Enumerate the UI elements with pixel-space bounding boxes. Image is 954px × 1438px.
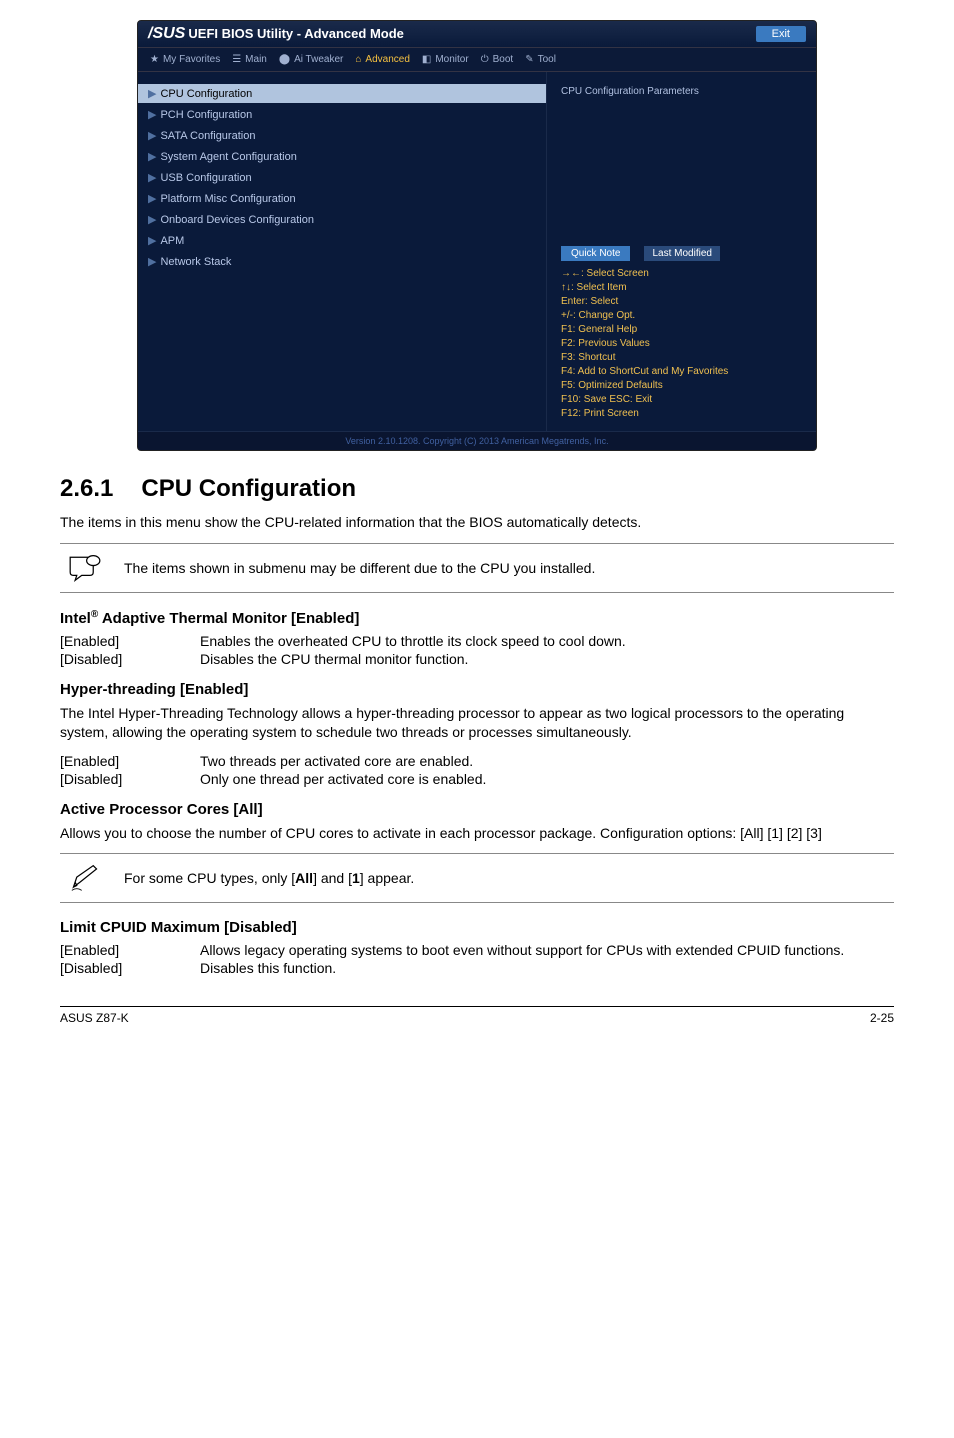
heading-active-cores: Active Processor Cores [All] <box>60 801 894 818</box>
exit-button[interactable]: Exit <box>756 26 806 42</box>
option-row: [Disabled] Only one thread per activated… <box>60 771 894 787</box>
hint-line: F10: Save ESC: Exit <box>561 393 802 407</box>
hint-line: F5: Optimized Defaults <box>561 379 802 393</box>
bios-footer-version: Version 2.10.1208. Copyright (C) 2013 Am… <box>138 431 816 450</box>
menu-item-usb-configuration[interactable]: ▶USB Configuration <box>138 168 546 187</box>
option-key-disabled: [Disabled] <box>60 960 200 976</box>
section-intro: The items in this menu show the CPU-rela… <box>60 513 894 533</box>
option-value: Two threads per activated core are enabl… <box>200 753 473 769</box>
bios-header: /SUS UEFI BIOS Utility - Advanced Mode E… <box>138 21 816 48</box>
page-footer: ASUS Z87-K 2-25 <box>60 1006 894 1025</box>
bios-body: ▶CPU Configuration ▶PCH Configuration ▶S… <box>138 72 816 431</box>
hint-line: F12: Print Screen <box>561 407 802 421</box>
option-row: [Disabled] Disables this function. <box>60 960 894 976</box>
section-title: CPU Configuration <box>141 475 356 502</box>
bios-title-block: /SUS UEFI BIOS Utility - Advanced Mode <box>148 25 404 43</box>
hint-line: Enter: Select <box>561 295 802 309</box>
option-row: [Disabled] Disables the CPU thermal moni… <box>60 651 894 667</box>
tab-ai-tweaker[interactable]: ⬤Ai Tweaker <box>279 54 344 65</box>
footer-product: ASUS Z87-K <box>60 1011 129 1025</box>
quick-note-button[interactable]: Quick Note <box>561 246 630 261</box>
option-key-enabled: [Enabled] <box>60 633 200 649</box>
menu-item-network-stack[interactable]: ▶Network Stack <box>138 252 546 271</box>
hint-line: F4: Add to ShortCut and My Favorites <box>561 365 802 379</box>
bios-right-panel: CPU Configuration Parameters Quick Note … <box>546 72 816 431</box>
note-icon <box>68 554 102 582</box>
hint-line: F3: Shortcut <box>561 351 802 365</box>
note-text: For some CPU types, only [All] and [1] a… <box>124 870 414 886</box>
tab-monitor[interactable]: ◧Monitor <box>422 54 469 65</box>
asus-logo: /SUS <box>148 25 185 42</box>
hint-line: F2: Previous Values <box>561 337 802 351</box>
heading-intel-thermal: Intel® Adaptive Thermal Monitor [Enabled… <box>60 609 894 627</box>
menu-item-onboard-devices-configuration[interactable]: ▶Onboard Devices Configuration <box>138 210 546 229</box>
bios-left-panel: ▶CPU Configuration ▶PCH Configuration ▶S… <box>138 72 546 431</box>
option-value: Enables the overheated CPU to throttle i… <box>200 633 626 649</box>
tab-main[interactable]: ☰Main <box>232 54 267 65</box>
option-key-enabled: [Enabled] <box>60 942 200 958</box>
footer-page-number: 2-25 <box>870 1011 894 1025</box>
menu-item-cpu-configuration[interactable]: ▶CPU Configuration <box>138 84 546 103</box>
hint-line: F1: General Help <box>561 323 802 337</box>
option-value: Allows legacy operating systems to boot … <box>200 942 894 958</box>
key-hints: →←: Select Screen ↑↓: Select Item Enter:… <box>561 267 802 421</box>
menu-item-pch-configuration[interactable]: ▶PCH Configuration <box>138 105 546 124</box>
bios-top-tabs: ★My Favorites ☰Main ⬤Ai Tweaker ⌂Advance… <box>138 48 816 72</box>
tab-tool[interactable]: ✎Tool <box>525 54 556 65</box>
hint-line: ↑↓: Select Item <box>561 281 802 295</box>
hint-line: +/-: Change Opt. <box>561 309 802 323</box>
pencil-icon <box>68 864 102 892</box>
last-modified-button[interactable]: Last Modified <box>644 246 719 261</box>
right-panel-description: CPU Configuration Parameters <box>561 82 802 242</box>
tab-my-favorites[interactable]: ★My Favorites <box>150 54 220 65</box>
option-value: Disables the CPU thermal monitor functio… <box>200 651 468 667</box>
bios-mode-title: UEFI BIOS Utility - Advanced Mode <box>188 26 403 41</box>
option-value: Disables this function. <box>200 960 336 976</box>
tab-advanced[interactable]: ⌂Advanced <box>355 54 410 65</box>
option-key-disabled: [Disabled] <box>60 651 200 667</box>
hint-line: →←: Select Screen <box>561 267 802 281</box>
menu-item-system-agent-configuration[interactable]: ▶System Agent Configuration <box>138 147 546 166</box>
tab-boot[interactable]: ⏻Boot <box>481 54 514 65</box>
note-text: The items shown in submenu may be differ… <box>124 560 595 576</box>
active-cores-body: Allows you to choose the number of CPU c… <box>60 824 894 844</box>
section-number: 2.6.1 <box>60 475 113 502</box>
hyper-threading-body: The Intel Hyper-Threading Technology all… <box>60 704 894 743</box>
menu-item-apm[interactable]: ▶APM <box>138 231 546 250</box>
option-key-disabled: [Disabled] <box>60 771 200 787</box>
menu-item-sata-configuration[interactable]: ▶SATA Configuration <box>138 126 546 145</box>
menu-item-platform-misc-configuration[interactable]: ▶Platform Misc Configuration <box>138 189 546 208</box>
option-row: [Enabled] Enables the overheated CPU to … <box>60 633 894 649</box>
note-box-cpu-types: For some CPU types, only [All] and [1] a… <box>60 853 894 903</box>
heading-limit-cpuid: Limit CPUID Maximum [Disabled] <box>60 919 894 936</box>
option-row: [Enabled] Allows legacy operating system… <box>60 942 894 958</box>
note-box-submenu: The items shown in submenu may be differ… <box>60 543 894 593</box>
section-heading: 2.6.1 CPU Configuration <box>60 475 894 503</box>
heading-hyper-threading: Hyper-threading [Enabled] <box>60 681 894 698</box>
quick-bar: Quick Note Last Modified <box>561 246 802 261</box>
option-key-enabled: [Enabled] <box>60 753 200 769</box>
bios-advanced-mode-screenshot: /SUS UEFI BIOS Utility - Advanced Mode E… <box>137 20 817 451</box>
option-value: Only one thread per activated core is en… <box>200 771 486 787</box>
option-row: [Enabled] Two threads per activated core… <box>60 753 894 769</box>
